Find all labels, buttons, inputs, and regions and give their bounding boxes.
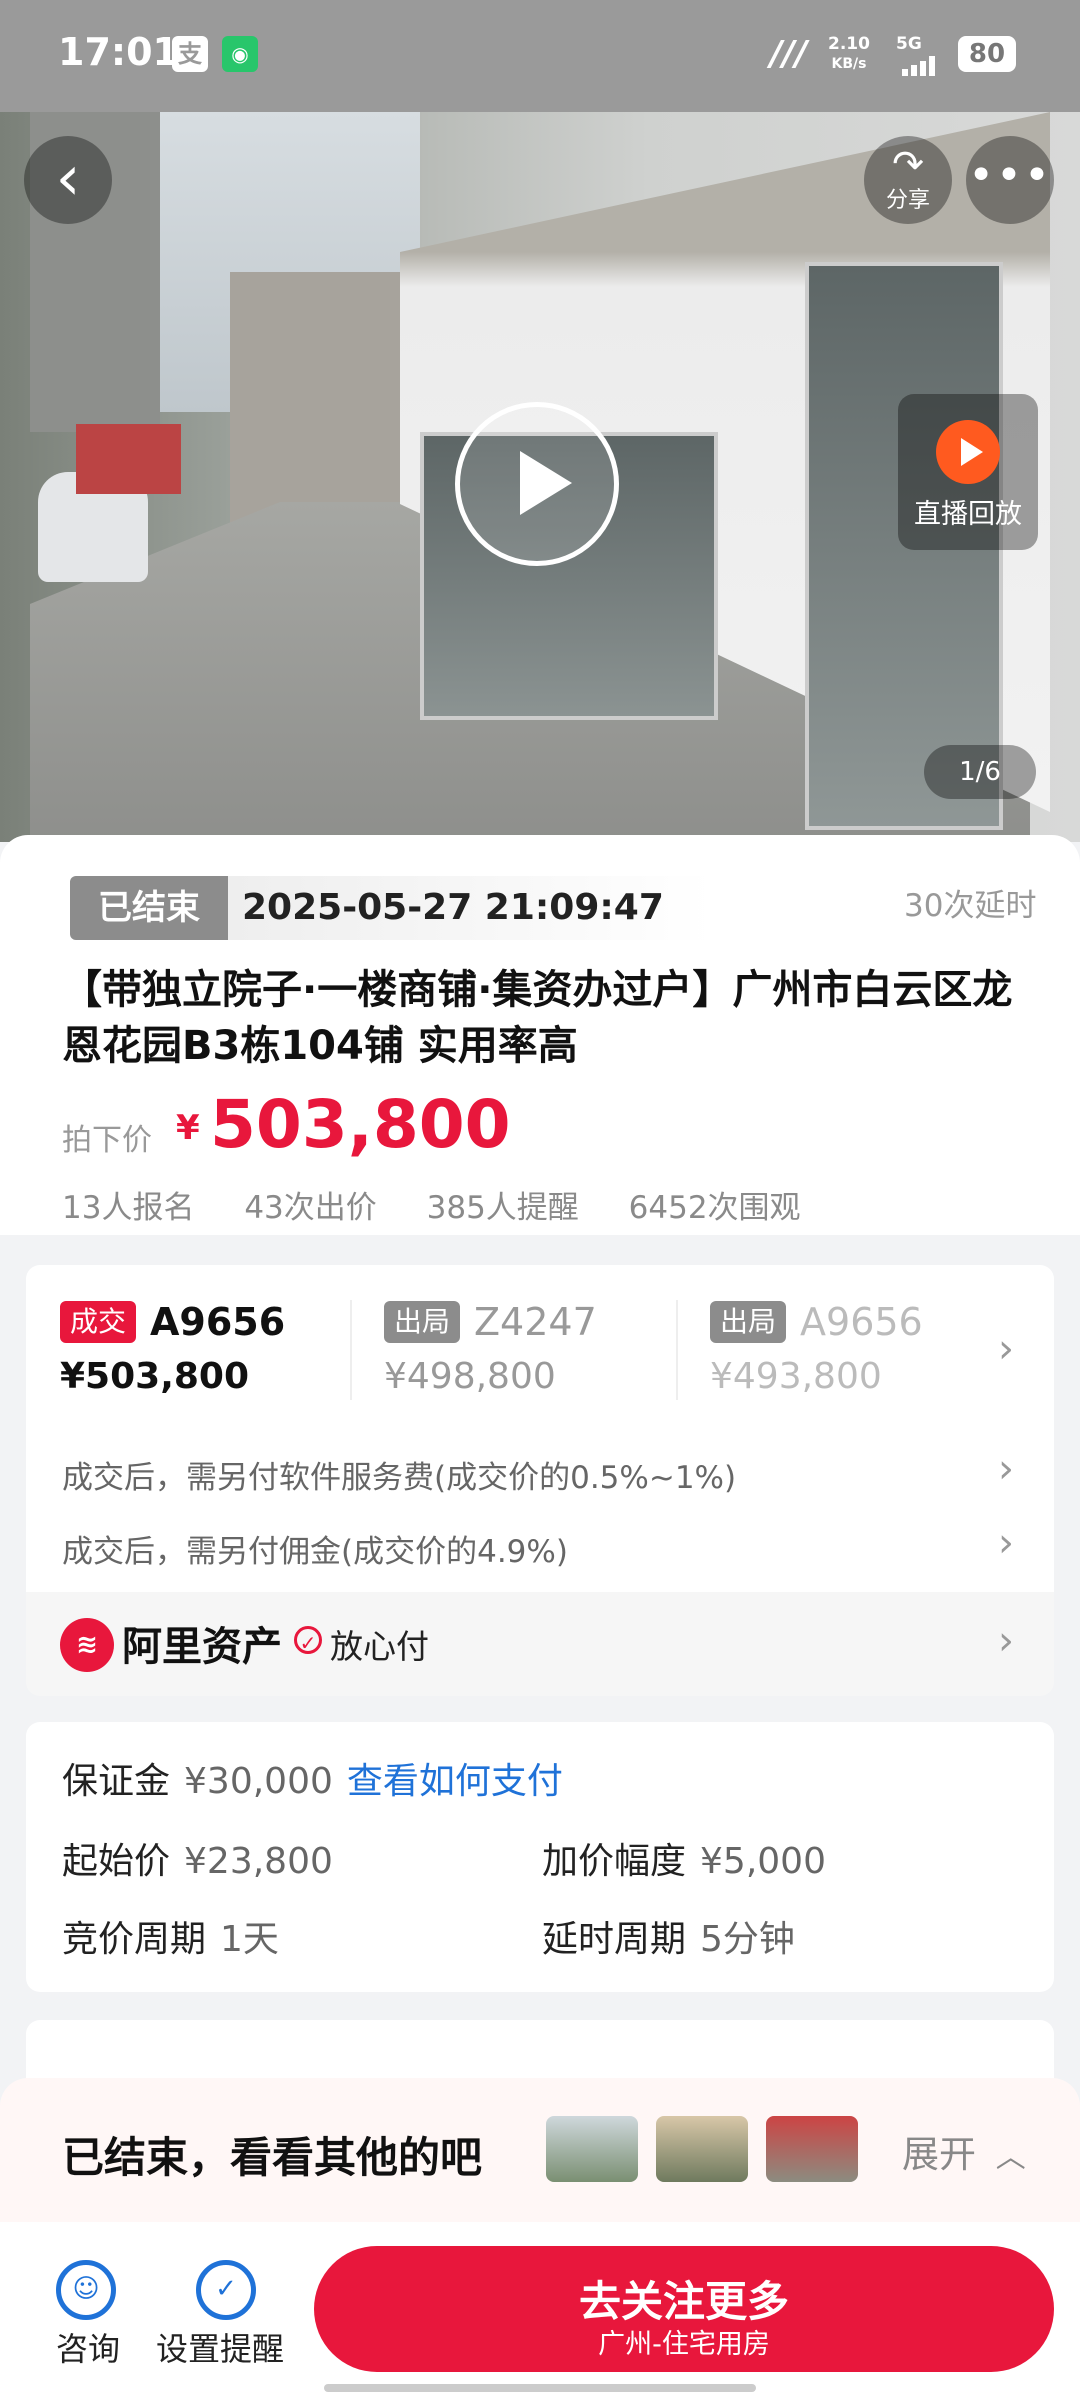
chevron-up-icon: ︿ (995, 2140, 1026, 2175)
chevron-right-icon[interactable]: › (998, 1618, 1014, 1664)
chevron-right-icon[interactable]: › (998, 1446, 1014, 1492)
play-icon (520, 451, 572, 515)
delay-period-row: 延时周期 5分钟 (542, 1910, 795, 1962)
distant-building (230, 272, 400, 532)
set-reminder-button[interactable]: ✓ (196, 2260, 260, 2320)
bid-period-value: 1天 (220, 1919, 279, 1960)
back-button[interactable]: ‹ (24, 136, 112, 224)
live-replay-label: 直播回放 (914, 499, 1022, 530)
bid-price: ¥503,800 (60, 1356, 250, 1397)
delay-period-value: 5分钟 (700, 1919, 795, 1960)
bid-count: 43次出价 (244, 1190, 377, 1226)
play-video-button[interactable] (455, 402, 619, 566)
more-options-button[interactable]: ••• (966, 136, 1054, 224)
deposit-label: 保证金 (62, 1761, 171, 1802)
bid-price: ¥493,800 (710, 1356, 882, 1397)
bidder-code: Z4247 (474, 1300, 597, 1344)
bidder-code: A9656 (800, 1300, 923, 1344)
bid-divider (676, 1300, 678, 1400)
ali-assets-name: 阿里资产 (122, 1624, 282, 1670)
delay-period-label: 延时周期 (542, 1919, 687, 1960)
more-dots-icon: ••• (968, 150, 1052, 201)
start-price-label: 起始价 (62, 1841, 171, 1882)
check-circle-icon: ✓ (294, 1626, 322, 1655)
increment-value: ¥5,000 (700, 1841, 826, 1882)
live-replay-button[interactable]: 直播回放 (898, 394, 1038, 550)
alipay-notification-icon: 支 (172, 36, 208, 72)
expand-label: 展开 (902, 2133, 976, 2176)
commission-note[interactable]: 成交后，需另付佣金(成交价的4.9%) (62, 1526, 568, 1571)
ali-assets-logo-icon: ≋ (60, 1618, 114, 1672)
reminder-count: 385人提醒 (426, 1190, 579, 1226)
red-truck (76, 424, 181, 494)
ended-message: 已结束，看看其他的吧 (62, 2133, 483, 2182)
bid-price: ¥498,800 (384, 1356, 556, 1397)
recommend-thumbnail[interactable] (766, 2116, 858, 2182)
price-label: 拍下价 (62, 1123, 152, 1158)
status-badge: 已结束 (70, 876, 228, 940)
view-count: 6452次围观 (628, 1190, 801, 1226)
bid-record-out: 出局 A9656 ¥493,800 (710, 1300, 940, 1410)
bid-record-winner: 成交 A9656 ¥503,800 (60, 1300, 360, 1410)
increment-label: 加价幅度 (542, 1841, 687, 1882)
chevron-right-icon[interactable]: › (998, 1520, 1014, 1566)
set-reminder-label[interactable]: 设置提醒 (156, 2324, 284, 2370)
live-play-icon (936, 420, 1000, 484)
auction-stats: 13人报名 43次出价 385人提醒 6452次围观 (62, 1182, 841, 1227)
chevron-right-icon[interactable]: › (998, 1326, 1014, 1372)
nfc-icon: /// (770, 34, 808, 74)
bid-tag: 出局 (384, 1301, 461, 1343)
battery-indicator: 80 (958, 36, 1016, 72)
follow-more-sublabel: 广州-住宅用房 (598, 2329, 770, 2360)
signal-type: 5G (896, 34, 922, 54)
follow-more-button[interactable]: 去关注更多 广州-住宅用房 (314, 2246, 1054, 2372)
network-speed: 2.10 KB/s (828, 34, 870, 72)
share-arrow-icon: ↷ (892, 142, 924, 186)
extension-count: 30次延时 (904, 888, 1037, 924)
service-fee-note[interactable]: 成交后，需另付软件服务费(成交价的0.5%~1%) (62, 1452, 736, 1497)
alarm-clock-icon: ✓ (196, 2260, 256, 2320)
bidder-code: A9656 (150, 1300, 286, 1344)
secure-pay-label: 放心付 (330, 1627, 429, 1666)
signal-bars-icon (902, 56, 935, 76)
final-price: 503,800 (210, 1086, 511, 1163)
follow-more-label: 去关注更多 (578, 2277, 789, 2326)
price-currency: ¥ (176, 1108, 200, 1148)
bid-period-label: 竞价周期 (62, 1919, 207, 1960)
how-to-pay-link[interactable]: 查看如何支付 (347, 1761, 563, 1802)
increment-row: 加价幅度 ¥5,000 (542, 1832, 826, 1884)
consult-label[interactable]: 咨询 (56, 2324, 120, 2370)
home-indicator[interactable] (324, 2384, 756, 2392)
bid-tag: 出局 (710, 1301, 787, 1343)
photo-counter: 1/6 (924, 745, 1036, 799)
listing-title: 【带独立院子·一楼商铺·集资办过户】广州市白云区龙恩花园B3栋104铺 实用率高 (62, 967, 1013, 1069)
deposit-row: 保证金 ¥30,000 查看如何支付 (62, 1752, 563, 1804)
start-price-row: 起始价 ¥23,800 (62, 1832, 333, 1884)
chevron-left-icon: ‹ (55, 141, 81, 214)
bid-tag: 成交 (60, 1301, 137, 1343)
recommend-thumbnail[interactable] (656, 2116, 748, 2182)
consult-button[interactable]: ☺ (56, 2260, 120, 2320)
deposit-value: ¥30,000 (184, 1761, 333, 1802)
broadcast-notification-icon: ◉ (222, 36, 258, 72)
bid-divider (350, 1300, 352, 1400)
recommend-thumbnail[interactable] (546, 2116, 638, 2182)
share-label: 分享 (885, 188, 930, 213)
headset-icon: ☺ (56, 2260, 116, 2320)
start-price-value: ¥23,800 (184, 1841, 333, 1882)
expand-button[interactable]: 展开 ︿ (902, 2124, 1026, 2178)
bid-period-row: 竞价周期 1天 (62, 1910, 279, 1962)
end-time: 2025-05-27 21:09:47 (228, 876, 712, 940)
share-button[interactable]: ↷ 分享 (864, 136, 952, 224)
signup-count: 13人报名 (62, 1190, 195, 1226)
status-time: 17:01 (58, 30, 179, 74)
bid-record-out: 出局 Z4247 ¥498,800 (384, 1300, 684, 1410)
